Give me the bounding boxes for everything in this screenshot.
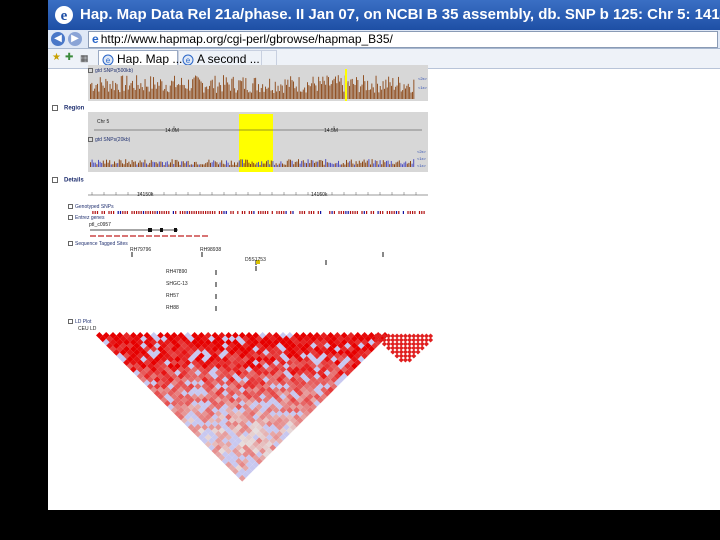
svg-text:<1x>: <1x> — [417, 156, 427, 161]
svg-text:<1x>: <1x> — [418, 85, 428, 90]
track-sequence-tagged-sites[interactable]: Sequence Tagged Sites — [68, 241, 128, 247]
browser-window: e Hap. Map Data Rel 21a/phase. II Jan 07… — [48, 0, 720, 510]
genotyped-snp-marks — [92, 211, 425, 214]
sts-label: RH47890 — [166, 269, 188, 275]
window-title: Hap. Map Data Rel 21a/phase. II Jan 07, … — [80, 6, 720, 23]
svg-text:e: e — [106, 56, 111, 65]
ld-plot — [96, 332, 434, 482]
tab-label: Hap. Map ... — [117, 52, 183, 66]
svg-text:<2x>: <2x> — [418, 76, 428, 81]
region-tick-label: 14.0M — [165, 128, 179, 134]
svg-text:e: e — [61, 8, 68, 24]
page-content: gtd SNPs(500kb) <2x> <1x> Region Chr 5 1… — [48, 65, 720, 510]
region-bars: <2x> <1x> <1x> — [90, 149, 427, 168]
svg-text:e: e — [186, 56, 191, 65]
sts-label: RH57 — [166, 293, 179, 299]
add-favorite-icon[interactable]: ✚ — [65, 52, 73, 63]
region-section-header[interactable]: Region — [52, 105, 84, 112]
address-bar: ◀ ▶ e http://www.hapmap.org/cgi-perl/gbro… — [48, 30, 720, 49]
page-icon: e — [92, 32, 99, 46]
tab-label: A second ... — [197, 52, 260, 66]
details-tick-label: 14150k — [137, 192, 154, 198]
url-text: http://www.hapmap.org/cgi-perl/gbrowse/h… — [100, 32, 393, 46]
forward-icon[interactable]: ▶ — [68, 32, 82, 46]
sts-label: RH98938 — [200, 247, 222, 253]
sts-label: RH79796 — [130, 247, 152, 253]
gene-model — [90, 228, 208, 237]
region-ruler — [94, 126, 422, 131]
overview-bars: <2x> <1x> — [90, 69, 428, 101]
region-tick-label: 14.5M — [324, 128, 338, 134]
svg-text:<1x>: <1x> — [417, 163, 427, 168]
quick-tabs-icon[interactable]: ▦ — [80, 53, 89, 64]
details-tick-label: 14160k — [311, 192, 328, 198]
region-track-label: gtd SNPs(20kb) — [88, 137, 130, 143]
back-icon[interactable]: ◀ — [51, 32, 65, 46]
details-section-header[interactable]: Details — [52, 177, 84, 184]
sts-label: SHGC-13 — [166, 281, 188, 287]
svg-text:<2x>: <2x> — [417, 149, 427, 154]
screen-bottom-bar — [0, 510, 720, 540]
sts-label: RH88 — [166, 305, 179, 311]
title-bar: e Hap. Map Data Rel 21a/phase. II Jan 07… — [48, 0, 720, 30]
track-ld-plot[interactable]: LD Plot — [68, 319, 91, 325]
sts-label: D5S1753 — [245, 257, 266, 263]
favorites-star-icon[interactable]: ★ — [52, 52, 61, 63]
track-entrez-genes[interactable]: Entrez genes — [68, 215, 104, 221]
url-field[interactable]: e http://www.hapmap.org/cgi-perl/gbrowse/… — [88, 31, 718, 48]
ie-logo-icon: e — [55, 6, 73, 24]
